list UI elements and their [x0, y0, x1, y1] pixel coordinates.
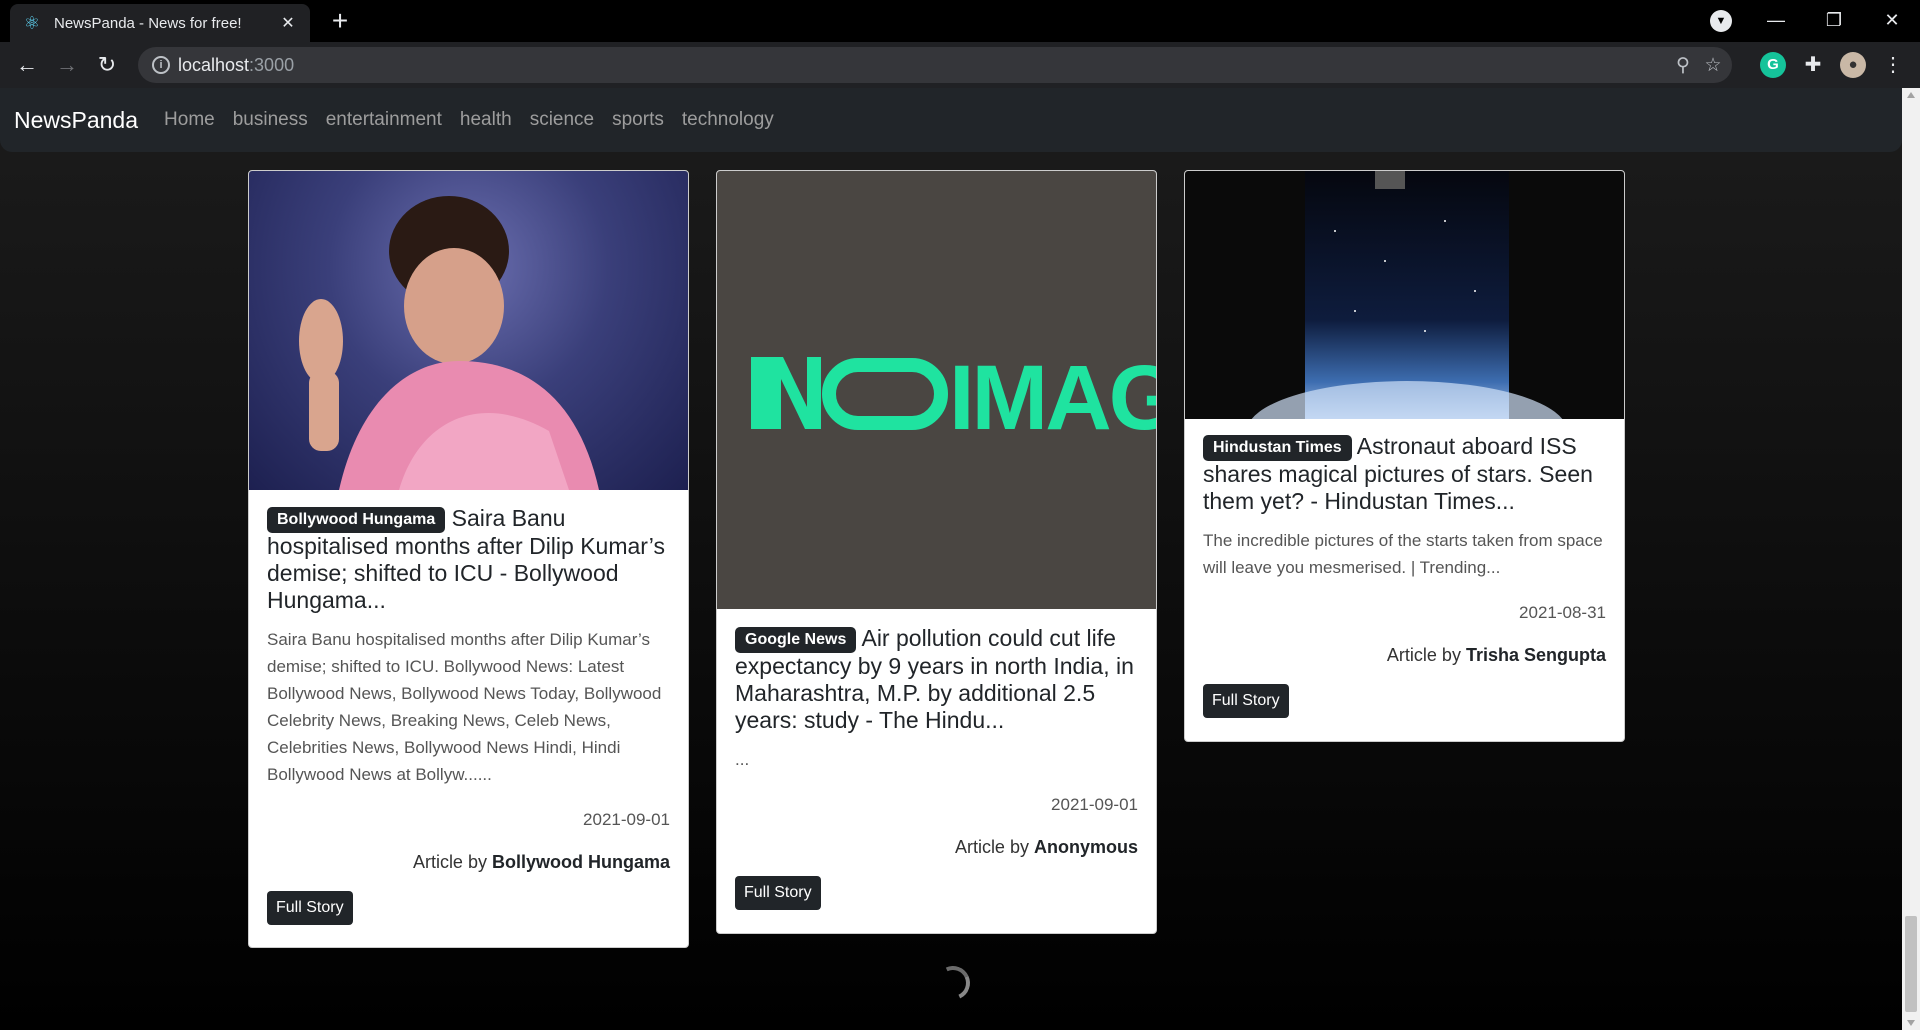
news-card: IMAGE Google News Air pollution could cu… [716, 170, 1157, 934]
url-text: localhost:3000 [178, 55, 295, 75]
card-body: Hindustan Times Astronaut aboard ISS sha… [1203, 433, 1606, 718]
full-story-button[interactable]: Full Story [267, 891, 353, 925]
page-scrollbar[interactable] [1902, 88, 1920, 1030]
forward-arrow-icon[interactable]: → [50, 48, 84, 82]
bookmark-star-icon[interactable]: ☆ [1702, 55, 1724, 77]
nav-link-business[interactable]: business [233, 109, 308, 131]
zoom-icon[interactable]: ⚲ [1672, 55, 1694, 77]
loading-spinner-icon [931, 961, 975, 1005]
news-card: Hindustan Times Astronaut aboard ISS sha… [1184, 170, 1625, 742]
restore-icon[interactable]: ❐ [1806, 0, 1862, 42]
tab-strip: ⚛ NewsPanda - News for free! ✕ + ▼ — ❐ ✕ [0, 0, 1920, 42]
minimize-icon[interactable]: — [1748, 0, 1804, 42]
nav-link-home[interactable]: Home [164, 109, 215, 131]
svg-text:IMAGE: IMAGE [949, 347, 1157, 449]
card-description: The incredible pictures of the starts ta… [1203, 531, 1603, 577]
news-image: IMAGE [717, 171, 1156, 609]
tab-title: NewsPanda - News for free! [54, 14, 242, 32]
card-title[interactable]: Google News Air pollution could cut life… [735, 625, 1138, 734]
news-card: Bollywood Hungama Saira Banu hospitalise… [248, 170, 689, 948]
site-info-icon[interactable]: i [152, 56, 170, 74]
close-window-icon[interactable]: ✕ [1864, 0, 1920, 42]
menu-dots-icon[interactable]: ⋮ [1880, 52, 1906, 78]
new-tab-button[interactable]: + [324, 6, 356, 38]
card-title[interactable]: Bollywood Hungama Saira Banu hospitalise… [267, 505, 670, 614]
card-description: ... [735, 750, 750, 769]
browser-toolbar: ← → ↻ i localhost:3000 ⚲ ☆ G ✚ ● ⋮ [0, 42, 1920, 88]
full-story-button[interactable]: Full Story [1203, 684, 1289, 718]
page-viewport: NewsPanda Home business entertainment he… [0, 88, 1902, 1030]
browser-tab[interactable]: ⚛ NewsPanda - News for free! ✕ [10, 4, 310, 42]
back-arrow-icon[interactable]: ← [10, 48, 44, 82]
card-date: 2021-09-01 [583, 810, 670, 829]
react-favicon-icon: ⚛ [23, 13, 41, 33]
scroll-up-icon[interactable] [1907, 92, 1915, 98]
tab-search-icon[interactable]: ▼ [1710, 10, 1732, 32]
profile-avatar-icon[interactable]: ● [1840, 52, 1866, 78]
card-body: Google News Air pollution could cut life… [735, 625, 1138, 910]
nav-link-science[interactable]: science [530, 109, 594, 131]
card-title[interactable]: Hindustan Times Astronaut aboard ISS sha… [1203, 433, 1606, 515]
source-badge: Google News [735, 627, 857, 653]
extensions-puzzle-icon[interactable]: ✚ [1800, 52, 1826, 78]
card-author: Article by Trisha Sengupta [1386, 645, 1606, 665]
grammarly-icon[interactable]: G [1760, 52, 1786, 78]
card-date: 2021-08-31 [1519, 603, 1606, 622]
card-description: Saira Banu hospitalised months after Dil… [267, 630, 662, 784]
card-author: Article by Bollywood Hungama [412, 852, 670, 872]
no-image-placeholder: IMAGE [751, 347, 1157, 449]
scrollbar-thumb[interactable] [1905, 916, 1917, 1012]
scroll-down-icon[interactable] [1907, 1020, 1915, 1026]
news-image [249, 171, 688, 490]
card-body: Bollywood Hungama Saira Banu hospitalise… [267, 505, 670, 925]
brand-logo[interactable]: NewsPanda [14, 107, 138, 134]
tab-close-icon[interactable]: ✕ [278, 13, 298, 33]
nav-link-entertainment[interactable]: entertainment [326, 109, 442, 131]
news-image [1185, 171, 1624, 481]
source-badge: Hindustan Times [1203, 435, 1352, 461]
nav-link-sports[interactable]: sports [612, 109, 664, 131]
card-author: Article by Anonymous [954, 837, 1138, 857]
reload-icon[interactable]: ↻ [90, 48, 124, 82]
address-bar[interactable]: i localhost:3000 ⚲ ☆ [138, 47, 1732, 83]
source-badge: Bollywood Hungama [267, 507, 446, 533]
nav-link-technology[interactable]: technology [682, 109, 774, 131]
site-navbar: NewsPanda Home business entertainment he… [0, 88, 1902, 152]
card-date: 2021-09-01 [1051, 795, 1138, 814]
nav-link-health[interactable]: health [460, 109, 512, 131]
full-story-button[interactable]: Full Story [735, 876, 821, 910]
